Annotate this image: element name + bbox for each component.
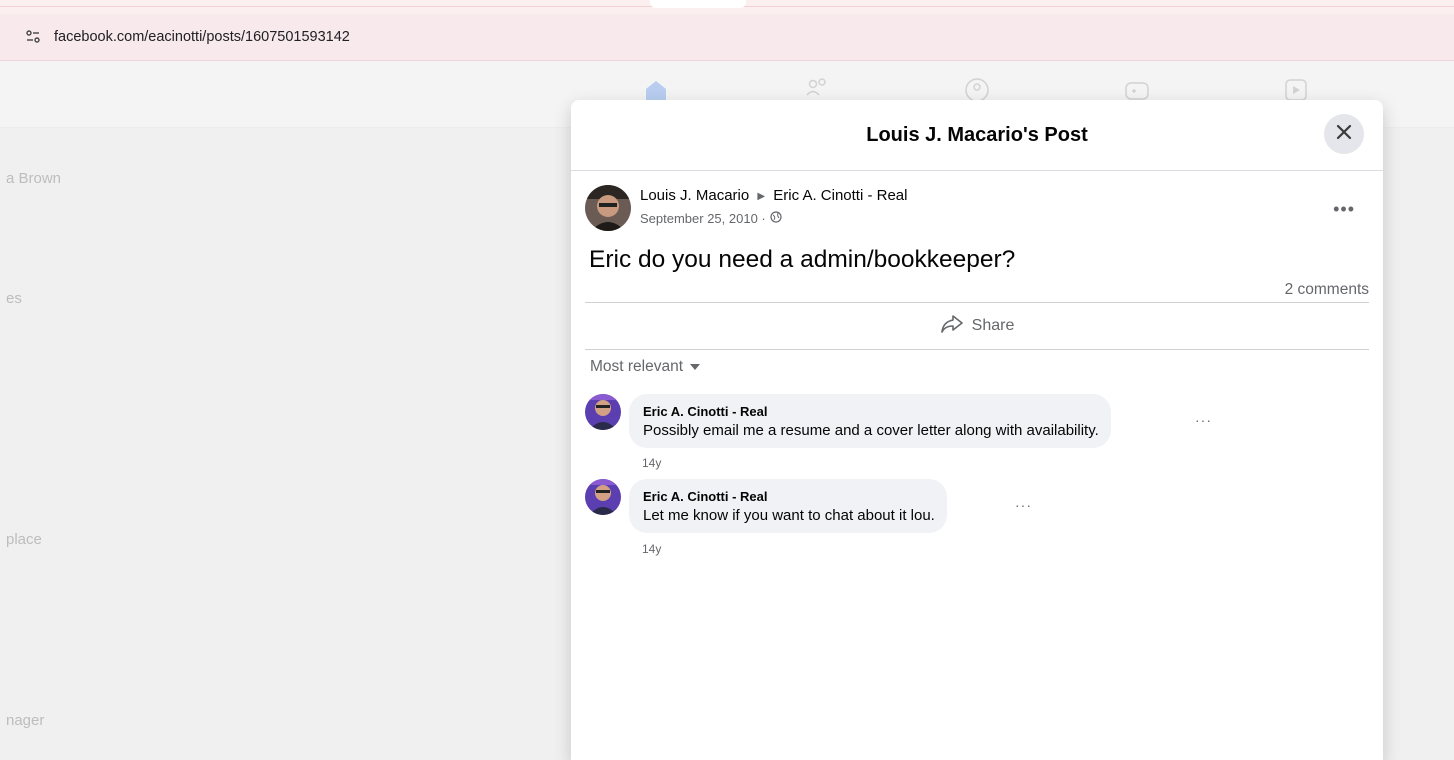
address-bar[interactable]: facebook.com/eacinotti/posts/16075015931… [0, 14, 1454, 61]
globe-icon [770, 211, 782, 226]
arrow-right-icon: ▶ [757, 191, 766, 202]
share-button[interactable]: Share [585, 304, 1369, 348]
post-date[interactable]: September 25, 2010 · [640, 211, 766, 226]
author-line: Louis J. Macario ▶ Eric A. Cinotti - Rea… [640, 187, 907, 204]
browser-tab-strip [0, 0, 1454, 14]
caret-down-icon [689, 358, 701, 376]
post-modal: Louis J. Macario's Post Louis J. Macario… [571, 100, 1383, 760]
post-more-icon[interactable]: ••• [1333, 199, 1355, 220]
close-icon [1336, 124, 1352, 145]
modal-title: Louis J. Macario's Post [866, 124, 1088, 146]
comment-sort-dropdown[interactable]: Most relevant [590, 358, 701, 376]
comment-author[interactable]: Eric A. Cinotti - Real [643, 404, 1099, 419]
comment-more-icon[interactable]: ··· [1015, 497, 1032, 513]
comment-time[interactable]: 14y [642, 456, 661, 470]
comment-time[interactable]: 14y [642, 542, 661, 556]
share-label: Share [971, 317, 1015, 334]
post-header: Louis J. Macario ▶ Eric A. Cinotti - Rea… [585, 185, 1369, 235]
post-meta: September 25, 2010 · [640, 211, 782, 226]
divider [585, 349, 1369, 350]
commenter-avatar[interactable] [585, 479, 621, 515]
url-text[interactable]: facebook.com/eacinotti/posts/16075015931… [54, 29, 350, 45]
sidebar-item: a Brown [6, 170, 62, 187]
comment-text: Possibly email me a resume and a cover l… [643, 422, 1099, 439]
divider [585, 302, 1369, 303]
site-info-icon[interactable] [22, 26, 44, 48]
comment-text: Let me know if you want to chat about it… [643, 507, 935, 524]
modal-header: Louis J. Macario's Post [571, 100, 1383, 171]
comment-more-icon[interactable]: ··· [1195, 412, 1212, 428]
comment-bubble: Eric A. Cinotti - Real Let me know if yo… [629, 479, 947, 533]
author-name[interactable]: Louis J. Macario [640, 187, 749, 204]
share-icon [940, 314, 964, 339]
sidebar-item: es [6, 290, 22, 307]
active-tab[interactable] [650, 0, 746, 8]
comment-count[interactable]: 2 comments [1285, 281, 1369, 299]
close-button[interactable] [1324, 114, 1364, 154]
comment-bubble: Eric A. Cinotti - Real Possibly email me… [629, 394, 1111, 448]
commenter-avatar[interactable] [585, 394, 621, 430]
sidebar-item: nager [6, 712, 45, 729]
comment-author[interactable]: Eric A. Cinotti - Real [643, 489, 935, 504]
target-name[interactable]: Eric A. Cinotti - Real [773, 187, 907, 204]
sort-label: Most relevant [590, 358, 684, 375]
author-avatar[interactable] [585, 185, 631, 231]
sidebar-item: place [6, 531, 42, 548]
post-text: Eric do you need a admin/bookkeeper? [589, 246, 1016, 273]
